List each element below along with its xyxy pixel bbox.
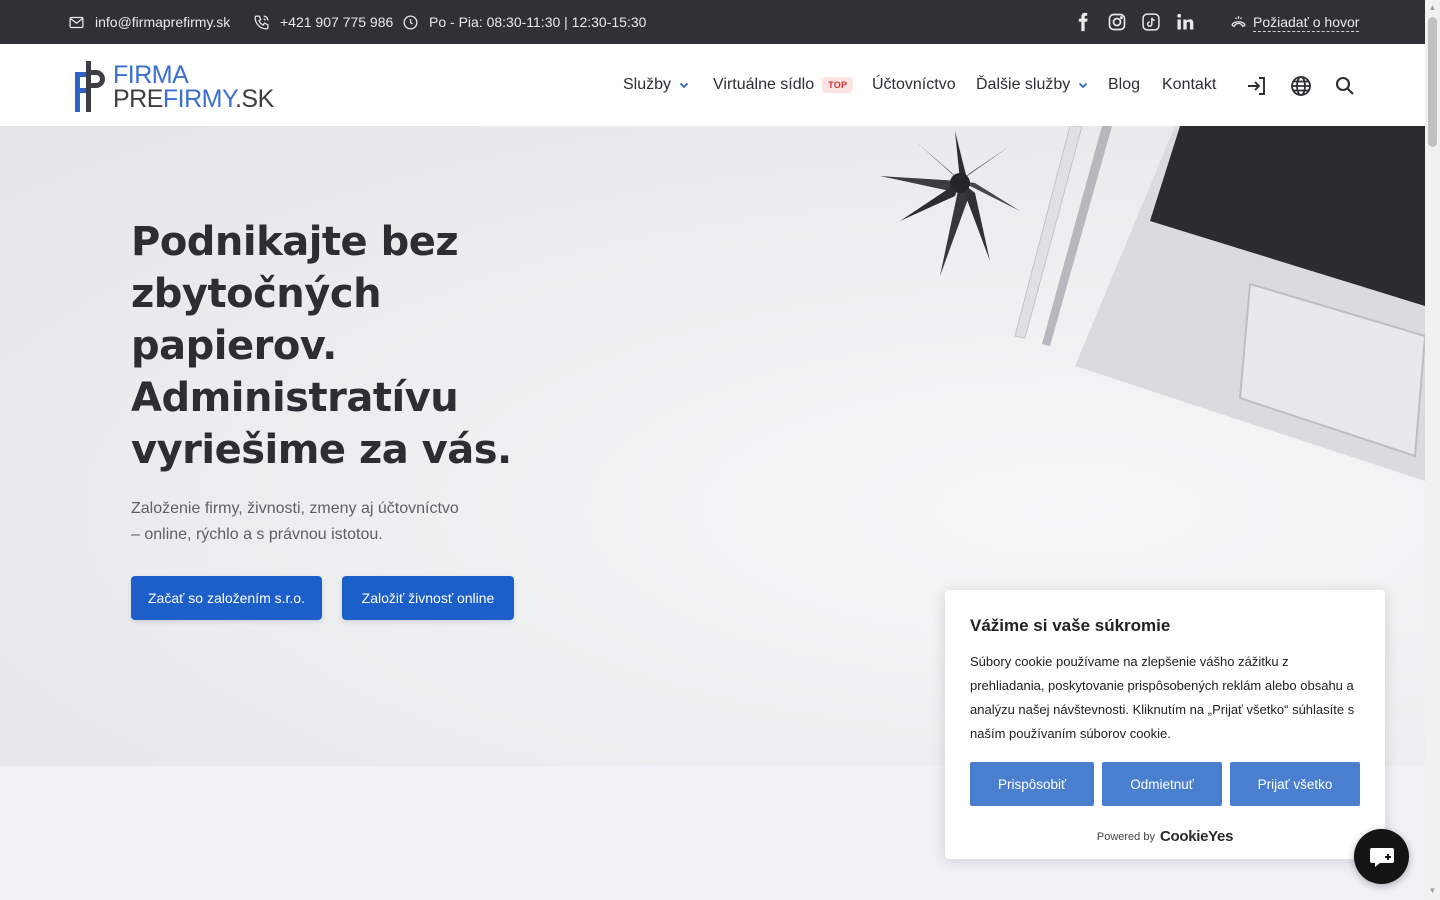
- cookie-accept-all-button[interactable]: Prijať všetko: [1230, 762, 1360, 806]
- phone-link[interactable]: +421 907 775 986: [253, 0, 393, 44]
- nav-sluzby[interactable]: Služby: [623, 44, 689, 126]
- nav-sluzby-label: Služby: [623, 76, 672, 93]
- hero-subtitle: Založenie firmy, živnosti, zmeny aj účto…: [131, 500, 459, 543]
- opening-hours: Po - Pia: 08:30-11:30 | 12:30-15:30: [402, 0, 646, 44]
- logo-text-firmy: FIRMY: [162, 85, 236, 113]
- chevron-down-icon: [679, 82, 689, 89]
- scrollbar-thumb[interactable]: [1428, 17, 1437, 147]
- top-badge: TOP: [822, 77, 854, 93]
- phone-callback-icon: [1231, 15, 1246, 27]
- hero-desk-image: [880, 126, 1425, 481]
- logo-text-prefirmy: PREFIRMY.SK: [113, 86, 274, 112]
- nav-blog-label: Blog: [1108, 76, 1141, 93]
- cookie-text: Súbory cookie používame na zlepšenie váš…: [970, 654, 1355, 741]
- start-sro-button[interactable]: Začať so založením s.r.o.: [131, 576, 322, 620]
- powered-by: Powered by CookieYes: [945, 828, 1385, 845]
- request-call-label: Požiadať o hovor: [1253, 13, 1360, 32]
- logo-text-sk: .SK: [234, 85, 274, 113]
- nav-uctovnictvo-label: Účtovníctvo: [872, 76, 956, 93]
- email-link[interactable]: info@firmaprefirmy.sk: [68, 0, 230, 44]
- nav-blog[interactable]: Blog: [1108, 44, 1140, 126]
- phone-text: +421 907 775 986: [280, 14, 394, 30]
- cookie-consent-banner: Vážime si vaše súkromie Súbory cookie po…: [945, 590, 1385, 859]
- chat-icon: [1369, 847, 1394, 867]
- start-zivnost-button[interactable]: Založiť živnosť online: [342, 576, 514, 620]
- linkedin-icon[interactable]: [1174, 11, 1196, 33]
- scroll-up-icon[interactable]: ▲: [1428, 4, 1437, 12]
- phone-icon: [254, 14, 269, 30]
- top-bar: info@firmaprefirmy.sk +421 907 775 986 P…: [0, 0, 1425, 44]
- nav-virtualne-sidlo-label: Virtuálne sídlo: [713, 76, 815, 93]
- nav-kontakt[interactable]: Kontakt: [1162, 44, 1216, 126]
- chevron-down-icon: [1079, 82, 1088, 89]
- email-text: info@firmaprefirmy.sk: [95, 14, 231, 30]
- cookie-reject-button[interactable]: Odmietnuť: [1102, 762, 1222, 806]
- page-scrollbar[interactable]: ▲ ▼: [1425, 0, 1440, 900]
- instagram-icon[interactable]: [1106, 11, 1128, 33]
- site-logo[interactable]: FIRMA PREFIRMY.SK: [73, 58, 274, 114]
- nav-dalsie-sluzby-label: Ďalšie služby: [976, 76, 1071, 93]
- cookieyes-logo[interactable]: CookieYes: [1160, 828, 1233, 845]
- nav-dalsie-sluzby[interactable]: Ďalšie služby: [976, 44, 1088, 126]
- scroll-down-icon[interactable]: ▼: [1428, 887, 1437, 895]
- nav-kontakt-label: Kontakt: [1162, 76, 1217, 93]
- nav-virtualne-sidlo[interactable]: Virtuálne sídlo TOP: [713, 44, 854, 126]
- mail-icon: [69, 16, 84, 28]
- plant-decoration: [880, 131, 1020, 276]
- cookie-customize-button[interactable]: Prispôsobiť: [970, 762, 1094, 806]
- logo-mark: [75, 61, 105, 112]
- powered-by-text: Powered by: [1096, 830, 1155, 843]
- cookie-title: Vážime si vaše súkromie: [970, 616, 1171, 635]
- logo-text-pre: PRE: [113, 85, 163, 113]
- globe-icon[interactable]: [1289, 74, 1313, 98]
- nav-uctovnictvo[interactable]: Účtovníctvo: [872, 44, 956, 126]
- clock-icon: [403, 14, 418, 30]
- main-header: FIRMA PREFIRMY.SK Služby Virtuálne sídlo…: [0, 44, 1425, 126]
- tiktok-icon[interactable]: [1140, 11, 1162, 33]
- hero-title: Podnikajte bez zbytočných papierov. Admi…: [131, 219, 512, 473]
- facebook-icon[interactable]: [1072, 11, 1094, 33]
- chat-widget-button[interactable]: [1354, 829, 1409, 884]
- search-icon[interactable]: [1333, 74, 1357, 98]
- request-call-link[interactable]: Požiadať o hovor: [1230, 0, 1360, 44]
- hours-text: Po - Pia: 08:30-11:30 | 12:30-15:30: [429, 14, 647, 30]
- login-icon[interactable]: [1245, 74, 1269, 98]
